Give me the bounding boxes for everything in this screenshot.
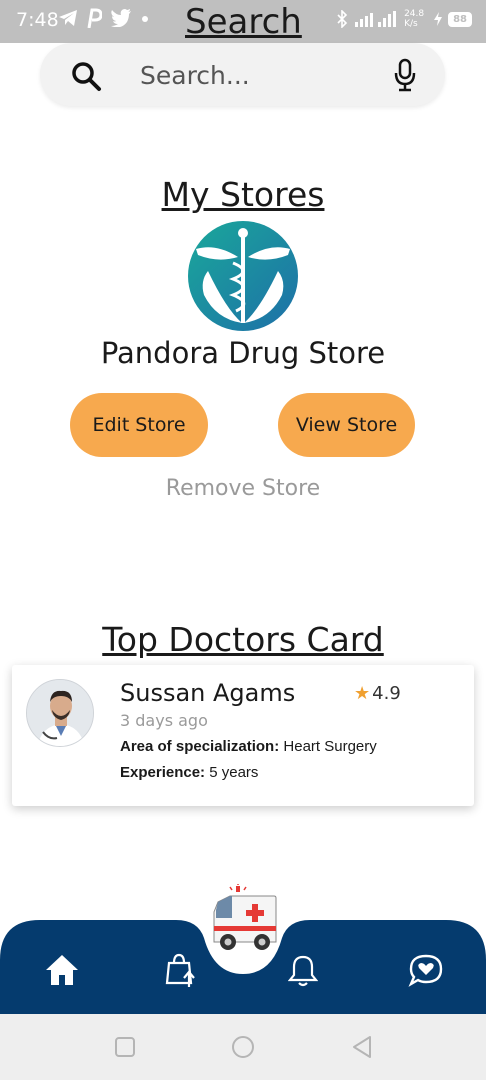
ambulance-icon[interactable]: [210, 884, 278, 956]
system-status-icons: 24.8 K/s 88: [336, 9, 472, 29]
status-bar: 7:48 Search 24.8 K/s 88: [0, 0, 486, 43]
my-stores-heading: My Stores: [161, 175, 325, 214]
status-time: 7:48: [16, 9, 59, 31]
doctor-experience: Experience: 5 years: [120, 764, 258, 781]
edit-store-button[interactable]: Edit Store: [70, 393, 208, 457]
doctor-avatar: [26, 679, 94, 747]
view-store-button[interactable]: View Store: [278, 393, 415, 457]
doctor-posted-time: 3 days ago: [120, 711, 208, 730]
network-speed: 24.8 K/s: [404, 9, 425, 29]
search-input[interactable]: [140, 55, 370, 95]
remove-store-link[interactable]: Remove Store: [0, 476, 486, 501]
bluetooth-icon: [337, 10, 348, 28]
twitter-icon: [111, 9, 131, 27]
screen-title: Search: [185, 2, 302, 42]
bell-icon: [288, 955, 318, 987]
star-icon: ★: [354, 683, 371, 704]
battery-indicator: 88: [448, 11, 472, 27]
signal-icon: [355, 11, 397, 27]
charging-icon: [434, 12, 443, 26]
system-navigation-bar: [0, 1014, 486, 1080]
specialization-label: Area of specialization:: [120, 738, 280, 755]
nav-home[interactable]: [42, 950, 82, 990]
experience-value: 5 years: [209, 764, 259, 781]
shopping-bag-upload-icon: [165, 953, 195, 987]
experience-label: Experience:: [120, 764, 206, 781]
top-doctors-heading: Top Doctors Card: [102, 620, 384, 659]
nav-messages[interactable]: [406, 950, 446, 990]
back-icon[interactable]: [350, 1034, 376, 1060]
home-icon: [46, 955, 78, 985]
search-icon[interactable]: [70, 60, 102, 92]
home-button-icon[interactable]: [230, 1034, 256, 1060]
recent-apps-icon[interactable]: [112, 1034, 138, 1060]
doctor-portrait-icon: [27, 680, 93, 746]
nav-shop[interactable]: [161, 950, 201, 990]
telegram-icon: [59, 10, 77, 26]
nav-notifications[interactable]: [283, 950, 323, 990]
search-bar[interactable]: [40, 43, 445, 106]
doctor-card[interactable]: Sussan Agams ★ 4.9 3 days ago Area of sp…: [12, 665, 474, 806]
pinterest-icon: [87, 8, 102, 28]
notification-icons: [58, 8, 150, 28]
chat-heart-icon: [408, 954, 443, 987]
store-logo-icon: [188, 221, 298, 331]
microphone-icon[interactable]: [393, 58, 417, 92]
dot-icon: [142, 16, 148, 22]
doctor-name: Sussan Agams: [120, 679, 296, 707]
store-name: Pandora Drug Store: [100, 336, 386, 370]
doctor-specialization: Area of specialization: Heart Surgery: [120, 738, 377, 755]
doctor-rating: ★ 4.9: [354, 683, 401, 704]
specialization-value: Heart Surgery: [283, 738, 377, 755]
rating-value: 4.9: [372, 683, 401, 704]
